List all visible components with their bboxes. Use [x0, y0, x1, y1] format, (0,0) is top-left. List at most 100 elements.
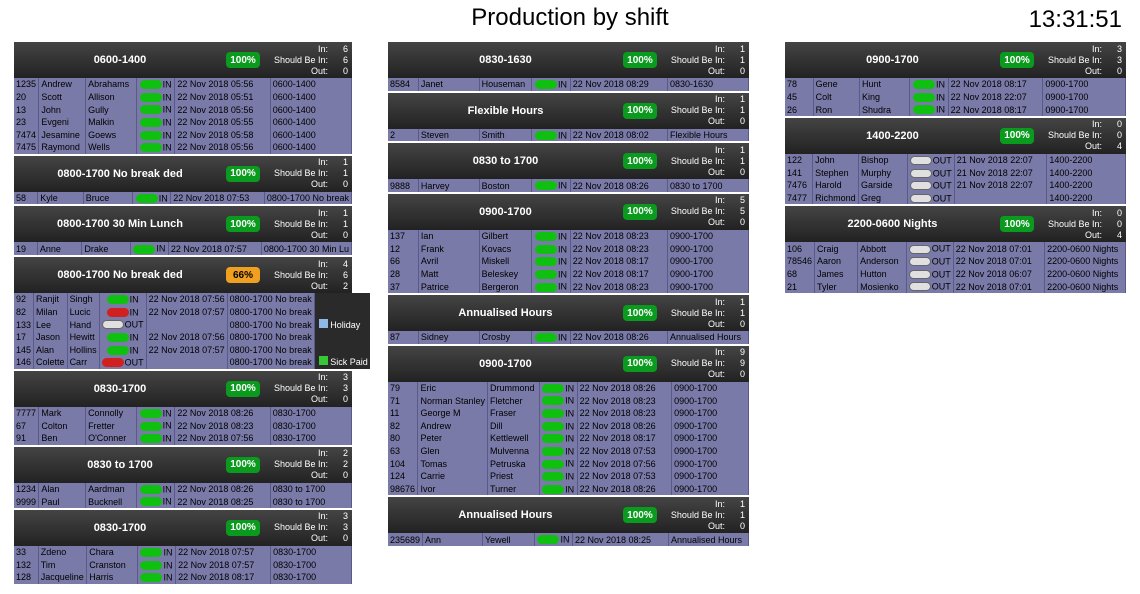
table-row[interactable]: 146ColetteCarrOUT0800-1700 No break Sick…: [14, 356, 370, 369]
table-row[interactable]: 17JasonHewittIN22 Nov 2018 07:560800-170…: [14, 331, 370, 344]
table-row[interactable]: 26RonShudraIN22 Nov 2018 08:170900-1700: [785, 103, 1126, 116]
table-row[interactable]: 9999PaulBucknellIN22 Nov 2018 08:250830 …: [14, 495, 352, 508]
table-row[interactable]: 20ScottAllisonIN22 Nov 2018 05:510600-14…: [14, 91, 352, 104]
stat-out-label: Out:: [1040, 141, 1102, 152]
table-row[interactable]: 78546AaronAndersonOUT22 Nov 2018 07:0122…: [785, 255, 1126, 268]
emp-time: 22 Nov 2018 07:56: [175, 432, 270, 445]
table-row[interactable]: 87SidneyCrosbyIN22 Nov 2018 08:26Annuali…: [388, 331, 748, 344]
table-row[interactable]: 122JohnBishopOUT21 Nov 2018 22:071400-22…: [785, 154, 1126, 167]
table-row[interactable]: 82MilanLucicIN22 Nov 2018 07:570800-1700…: [14, 306, 370, 319]
stat-in-val: 5: [733, 195, 745, 206]
emp-time: [954, 192, 1047, 205]
table-row[interactable]: 7475RaymondWellsIN22 Nov 2018 05:560600-…: [14, 141, 352, 154]
table-row[interactable]: 28MattBeleskeyIN22 Nov 2018 08:170900-17…: [388, 268, 748, 281]
emp-shift: 0900-1700: [672, 483, 749, 496]
emp-time: 22 Nov 2018 08:26: [577, 483, 672, 496]
table-row[interactable]: 1235AndrewAbrahamsIN22 Nov 2018 05:56060…: [14, 78, 352, 91]
table-row[interactable]: 91BenO'ConnerIN22 Nov 2018 07:560830-170…: [14, 432, 352, 445]
stat-out-val: 0: [1110, 66, 1122, 77]
stat-should-val: 6: [336, 270, 348, 281]
table-row[interactable]: 92RanjitSinghIN22 Nov 2018 07:560800-170…: [14, 293, 370, 306]
shift-header: 0830-1700100%In:3Should Be In:3Out:0: [14, 371, 352, 407]
emp-last: Yewell: [483, 533, 535, 546]
shift-stats: In:3Should Be In:3Out:0: [266, 372, 352, 405]
emp-first: Ron: [813, 103, 859, 116]
table-row[interactable]: 1234AlanAardmanIN22 Nov 2018 08:260830 t…: [14, 483, 352, 496]
table-row[interactable]: 98676IvorTurnerIN22 Nov 2018 08:260900-1…: [388, 483, 748, 496]
shift-pct-badge: 100%: [226, 457, 260, 473]
emp-first: Ann: [423, 533, 483, 546]
table-row[interactable]: 33ZdenoCharaIN22 Nov 2018 07:570830-1700: [14, 546, 352, 559]
table-row[interactable]: 128JacquelineHarrisIN22 Nov 2018 08:1708…: [14, 571, 352, 584]
table-row[interactable]: 11George MFraserIN22 Nov 2018 08:230900-…: [388, 407, 748, 420]
employee-table: 19AnneDrakeIN22 Nov 2018 07:570800-1700 …: [14, 242, 352, 255]
table-row[interactable]: 21TylerMosienkoOUT22 Nov 2018 07:012200-…: [785, 280, 1126, 293]
table-row[interactable]: 12FrankKovacsIN22 Nov 2018 08:230900-170…: [388, 243, 748, 256]
shift-header: 0800-1700 No break ded66%In:4Should Be I…: [14, 257, 352, 293]
table-row[interactable]: 79EricDrummondIN22 Nov 2018 08:260900-17…: [388, 382, 748, 395]
table-row[interactable]: 66AvrilMiskellIN22 Nov 2018 08:170900-17…: [388, 255, 748, 268]
table-row[interactable]: 23EvgeniMalkinIN22 Nov 2018 05:550600-14…: [14, 116, 352, 129]
table-row[interactable]: 7476HaroldGarsideOUT21 Nov 2018 22:07140…: [785, 179, 1126, 192]
header: Production by shift 13:31:51: [0, 0, 1140, 42]
table-row[interactable]: 78GeneHuntIN22 Nov 2018 08:170900-1700: [785, 78, 1126, 91]
table-row[interactable]: 8584JanetHousemanIN22 Nov 2018 08:290830…: [388, 78, 748, 91]
table-row[interactable]: 63GlenMulvennaIN22 Nov 2018 07:530900-17…: [388, 445, 748, 458]
table-row[interactable]: 2StevenSmithIN22 Nov 2018 08:02Flexible …: [388, 129, 748, 142]
shift-stats: In:1Should Be In:1Out:0: [266, 157, 352, 190]
emp-id: 145: [14, 344, 34, 357]
table-row[interactable]: 137IanGilbertIN22 Nov 2018 08:230900-170…: [388, 230, 748, 243]
stat-in-val: 1: [733, 145, 745, 156]
stat-out-val: 0: [733, 167, 745, 178]
table-row[interactable]: 7477RichmondGregOUT1400-2200: [785, 192, 1126, 205]
status-text: IN: [558, 130, 567, 140]
table-row[interactable]: 45ColtKingIN22 Nov 2018 22:070900-1700: [785, 91, 1126, 104]
status-text: IN: [936, 80, 945, 90]
emp-last: Mulvenna: [487, 445, 539, 458]
table-row[interactable]: 104TomasPetruskaIN22 Nov 2018 07:560900-…: [388, 457, 748, 470]
emp-last: King: [860, 91, 910, 104]
emp-shift: 0800-1700 No break: [264, 192, 351, 205]
status-pill: [140, 143, 162, 152]
table-row[interactable]: 13JohnGullyIN22 Nov 2018 05:560600-1400: [14, 103, 352, 116]
emp-shift: Flexible Hours: [667, 129, 748, 142]
table-row[interactable]: 19AnneDrakeIN22 Nov 2018 07:570800-1700 …: [14, 242, 352, 255]
shift-pct-badge: 100%: [1000, 52, 1034, 68]
table-row[interactable]: 82AndrewDillIN22 Nov 2018 08:260900-1700: [388, 420, 748, 433]
table-row[interactable]: 58KyleBruceIN22 Nov 2018 07:530800-1700 …: [14, 192, 352, 205]
legend-cell: Holiday: [314, 318, 370, 331]
table-row[interactable]: 68JamesHuttonOUT22 Nov 2018 06:072200-06…: [785, 268, 1126, 281]
table-row[interactable]: 67ColtonFretterIN22 Nov 2018 08:230830-1…: [14, 419, 352, 432]
table-row[interactable]: 141StephenMurphyOUT21 Nov 2018 22:071400…: [785, 167, 1126, 180]
stat-should-label: Should Be In:: [266, 270, 328, 281]
status-text: IN: [130, 345, 139, 355]
emp-last: Carr: [67, 356, 99, 369]
table-row[interactable]: 132TimCranstonIN22 Nov 2018 07:570830-17…: [14, 559, 352, 572]
table-row[interactable]: 124CarriePriestIN22 Nov 2018 07:530900-1…: [388, 470, 748, 483]
table-row[interactable]: 235689AnnYewellIN22 Nov 2018 08:25Annual…: [388, 533, 748, 546]
emp-shift: 0600-1400: [270, 103, 351, 116]
table-row[interactable]: 145AlanHollinsIN22 Nov 2018 07:570800-17…: [14, 344, 370, 357]
emp-time: 22 Nov 2018 05:51: [175, 91, 270, 104]
emp-shift: Annualised Hours: [668, 533, 748, 546]
emp-time: 21 Nov 2018 22:07: [954, 154, 1047, 167]
stat-should-val: 1: [336, 219, 348, 230]
table-row[interactable]: 7474JesamineGoewsIN22 Nov 2018 05:580600…: [14, 129, 352, 142]
emp-time: 22 Nov 2018 07:56: [146, 293, 227, 306]
table-row[interactable]: 9888HarveyBostonIN22 Nov 2018 08:260830 …: [388, 179, 748, 192]
table-row[interactable]: 133LeeHandOUT0800-1700 No break Holiday: [14, 318, 370, 331]
table-row[interactable]: 80PeterKettlewellIN22 Nov 2018 08:170900…: [388, 432, 748, 445]
emp-time: 21 Nov 2018 22:07: [954, 179, 1047, 192]
emp-first: Colette: [34, 356, 68, 369]
table-row[interactable]: 106CraigAbbottOUT22 Nov 2018 07:012200-0…: [785, 242, 1126, 255]
shift-block: 0800-1700 No break ded100%In:1Should Be …: [14, 156, 352, 205]
table-row[interactable]: 7777MarkConnollyIN22 Nov 2018 08:260830-…: [14, 407, 352, 420]
stat-out-val: 4: [1110, 141, 1122, 152]
emp-status: IN: [532, 268, 570, 281]
table-row[interactable]: 71Norman StanleyFletcherIN22 Nov 2018 08…: [388, 394, 748, 407]
table-row[interactable]: 37PatriceBergeronIN22 Nov 2018 08:230900…: [388, 280, 748, 293]
shift-pct-badge: 100%: [1000, 216, 1034, 232]
emp-first: Kyle: [38, 192, 83, 205]
stat-should-label: Should Be In:: [266, 459, 328, 470]
shift-stats: In:3Should Be In:3Out:0: [1040, 44, 1126, 77]
